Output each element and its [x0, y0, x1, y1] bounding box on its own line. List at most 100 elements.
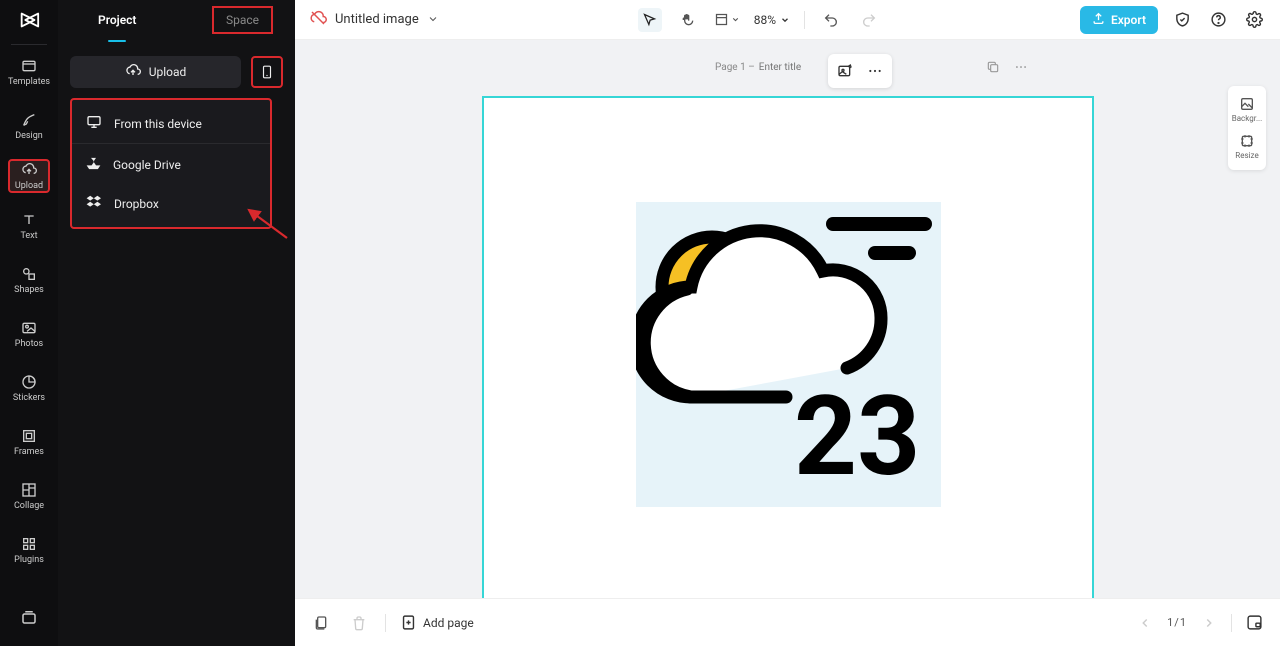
app-logo[interactable]	[0, 0, 58, 40]
panel-tabs: Project Space	[58, 0, 295, 40]
phone-upload-button[interactable]	[251, 56, 283, 88]
page-more-button[interactable]	[1012, 58, 1030, 76]
chevron-down-icon	[780, 15, 790, 25]
ai-image-button[interactable]	[832, 58, 858, 84]
rail-design[interactable]: Design	[8, 105, 50, 147]
resize-tool[interactable]: Resize	[1235, 129, 1258, 164]
float-label: Backgr...	[1232, 114, 1263, 123]
monitor-icon	[86, 114, 102, 133]
rail-stickers[interactable]: Stickers	[8, 367, 50, 409]
add-page-label: Add page	[423, 616, 474, 630]
rail-layers[interactable]	[8, 602, 50, 632]
float-label: Resize	[1235, 151, 1258, 160]
page-indicator: 1/1	[1167, 616, 1187, 629]
templates-icon	[20, 57, 38, 75]
rail-label: Shapes	[14, 286, 44, 295]
background-icon	[1239, 96, 1255, 112]
cloud-upload-icon	[125, 63, 141, 82]
toolbar-more-button[interactable]	[862, 58, 888, 84]
rail-frames[interactable]: Frames	[8, 421, 50, 463]
rail-upload[interactable]: Upload	[8, 159, 50, 193]
right-tools-panel: Backgr... Resize	[1228, 86, 1266, 170]
svg-text:23: 23	[794, 372, 920, 501]
collage-icon	[20, 481, 38, 499]
google-drive-icon	[86, 156, 101, 174]
rail-label: Collage	[14, 502, 44, 511]
photos-icon	[20, 319, 38, 337]
select-tool[interactable]	[638, 8, 662, 32]
menu-google-drive[interactable]: Google Drive	[72, 146, 270, 184]
page-duplicate-button[interactable]	[984, 58, 1002, 76]
upload-icon	[20, 161, 38, 179]
export-icon	[1092, 12, 1105, 28]
tab-space-highlight: Space	[212, 6, 273, 34]
rail-label: Text	[20, 232, 37, 241]
phone-icon	[260, 62, 274, 82]
tab-space[interactable]: Space	[226, 13, 259, 27]
frames-icon	[20, 427, 38, 445]
rail-plugins[interactable]: Plugins	[8, 529, 50, 571]
pages-grid-button[interactable]	[309, 611, 333, 635]
floating-toolbar	[828, 54, 892, 88]
annotation-arrow-icon	[243, 206, 289, 240]
divider	[804, 11, 805, 29]
present-button[interactable]	[1242, 611, 1266, 635]
cloud-off-icon	[309, 9, 327, 31]
dropbox-icon	[86, 194, 102, 213]
menu-dropbox[interactable]: Dropbox	[72, 184, 270, 223]
settings-button[interactable]	[1242, 8, 1266, 32]
rail-shapes[interactable]: Shapes	[8, 259, 50, 301]
menu-label: Dropbox	[114, 197, 159, 211]
export-label: Export	[1111, 13, 1146, 27]
rail-templates[interactable]: Templates	[8, 51, 50, 93]
rail-label: Frames	[14, 448, 44, 457]
hand-tool[interactable]	[676, 8, 700, 32]
tab-project[interactable]: Project	[98, 1, 136, 39]
tab-underline	[108, 40, 126, 42]
add-page-button[interactable]: Add page	[400, 614, 474, 631]
document-title[interactable]: Untitled image	[335, 12, 419, 27]
design-icon	[20, 111, 38, 129]
upload-button[interactable]: Upload	[70, 56, 241, 88]
rail-label: Stickers	[13, 394, 45, 403]
undo-button[interactable]	[819, 8, 843, 32]
rail-text[interactable]: Text	[8, 205, 50, 247]
text-icon	[20, 211, 38, 229]
rail-label: Templates	[8, 78, 50, 87]
background-tool[interactable]: Backgr...	[1232, 92, 1263, 127]
rail-divider	[11, 44, 47, 45]
redo-button[interactable]	[857, 8, 881, 32]
upload-source-menu: From this device Google Drive Dropbox	[70, 98, 272, 229]
zoom-level[interactable]: 88%	[754, 13, 790, 27]
resize-icon	[1239, 133, 1255, 149]
chevron-down-icon[interactable]	[427, 10, 439, 29]
menu-from-device[interactable]: From this device	[72, 104, 270, 144]
tab-label: Project	[98, 13, 136, 27]
plugins-icon	[20, 535, 38, 553]
artboard-tool[interactable]	[714, 8, 740, 32]
rail-collage[interactable]: Collage	[8, 475, 50, 517]
rail-photos[interactable]: Photos	[8, 313, 50, 355]
zoom-value: 88%	[754, 13, 776, 27]
next-page-button	[1197, 611, 1221, 635]
rail-label: Upload	[15, 182, 43, 191]
tab-label: Space	[226, 13, 259, 27]
stickers-icon	[20, 373, 38, 391]
shield-button[interactable]	[1170, 8, 1194, 32]
rail-label: Design	[15, 132, 43, 141]
add-page-icon	[400, 614, 417, 631]
weather-image[interactable]: 23	[636, 202, 941, 507]
menu-label: From this device	[114, 117, 202, 131]
page-label: Page 1 –	[715, 62, 755, 73]
divider	[385, 614, 386, 632]
help-button[interactable]	[1206, 8, 1230, 32]
rail-label: Photos	[15, 340, 43, 349]
delete-page-button	[347, 611, 371, 635]
upload-label: Upload	[149, 65, 187, 79]
shapes-icon	[20, 265, 38, 283]
divider	[1231, 614, 1232, 632]
prev-page-button	[1133, 611, 1157, 635]
canvas[interactable]: 23	[482, 96, 1094, 598]
rail-label: Plugins	[14, 556, 44, 565]
export-button[interactable]: Export	[1080, 6, 1158, 34]
